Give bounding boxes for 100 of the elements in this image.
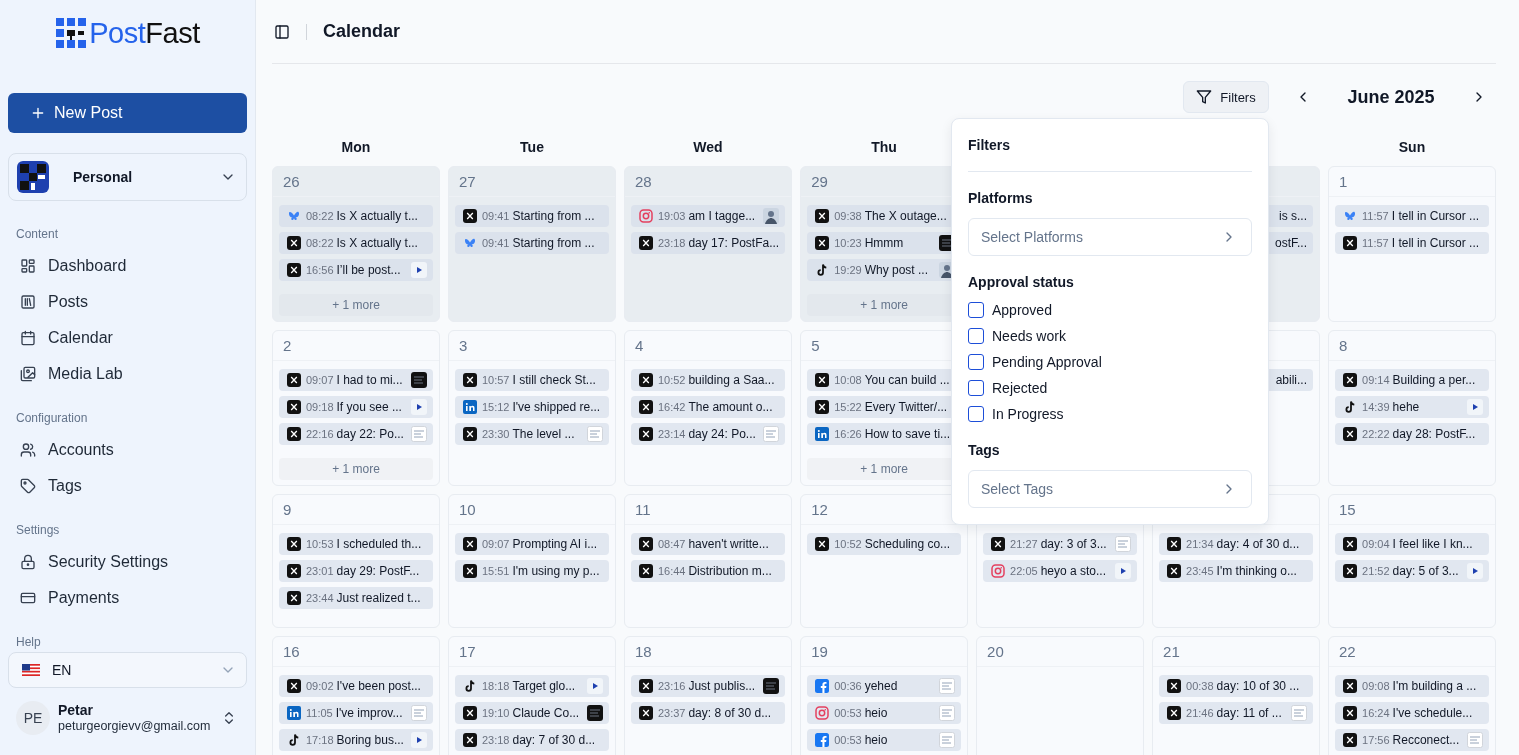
post-chip[interactable]: 11:05 I've improv... xyxy=(279,702,433,724)
post-chip[interactable]: 11:57 I tell in Cursor ... xyxy=(1335,205,1489,227)
post-chip[interactable]: 10:57 I still check St... xyxy=(454,369,609,391)
post-chip[interactable]: 21:52 day: 5 of 3... xyxy=(1335,560,1489,582)
music-note-icon xyxy=(287,733,301,747)
post-chip[interactable]: 19:03 am I tagge... xyxy=(630,205,786,227)
post-chip[interactable]: 22:16 day 22: Po... xyxy=(279,423,433,445)
nav-item[interactable]: Calendar xyxy=(8,320,247,356)
new-post-button[interactable]: New Post xyxy=(8,93,247,133)
post-chip[interactable]: 15:12 I've shipped re... xyxy=(454,396,609,418)
post-chip[interactable]: 09:04 I feel like I kn... xyxy=(1335,533,1489,555)
x-logo-icon xyxy=(287,591,301,605)
post-chip[interactable]: 17:18 Boring bus... xyxy=(279,729,433,751)
post-chip[interactable]: 00:53 heio xyxy=(807,702,962,724)
sidebar-toggle-icon[interactable] xyxy=(274,23,290,40)
image-thumbnail-icon xyxy=(586,426,603,442)
x-logo-icon xyxy=(462,706,477,720)
date-number: 27 xyxy=(458,173,476,190)
post-chip[interactable]: 16:42 The amount o... xyxy=(630,396,786,418)
post-chip[interactable]: 09:08 I'm building a ... xyxy=(1335,675,1489,697)
image-thumbnail-icon xyxy=(763,678,780,694)
images-icon xyxy=(20,366,36,382)
post-chip[interactable]: 16:44 Distribution m... xyxy=(630,560,786,582)
checkbox[interactable] xyxy=(968,302,984,318)
post-chip[interactable]: 23:18 day 17: PostFa... xyxy=(630,232,786,254)
post-chip[interactable]: 09:14 Building a per... xyxy=(1335,369,1489,391)
checkbox[interactable] xyxy=(968,406,984,422)
checkbox[interactable] xyxy=(968,328,984,344)
checkbox[interactable] xyxy=(968,380,984,396)
x-logo-icon xyxy=(638,706,653,720)
post-chip[interactable]: 09:18 If you see ... xyxy=(279,396,433,418)
post-chip[interactable]: 23:30 The level ... xyxy=(454,423,609,445)
image-thumbnail-icon xyxy=(939,705,956,721)
nav-item[interactable]: Dashboard xyxy=(8,248,247,284)
post-chip[interactable]: 08:22 Is X actually t... xyxy=(279,205,433,227)
post-chip[interactable]: 08:47 haven't writte... xyxy=(630,533,786,555)
post-chip[interactable]: 23:16 Just publis... xyxy=(630,675,786,697)
image-thumbnail-icon xyxy=(410,426,427,442)
more-button[interactable]: + 1 more xyxy=(279,294,433,316)
post-chip[interactable]: 09:41 Starting from ... xyxy=(454,205,609,227)
x-logo-icon xyxy=(1343,733,1358,747)
post-chip[interactable]: 00:53 heio xyxy=(807,729,962,751)
post-chip[interactable]: 15:51 I'm using my p... xyxy=(454,560,609,582)
post-chip[interactable]: 10:52 building a Saa... xyxy=(630,369,786,391)
post-chip[interactable]: 22:05 heyo a sto... xyxy=(983,560,1138,582)
date-number: 28 xyxy=(634,173,652,190)
workspace-selector[interactable]: Personal xyxy=(8,153,247,201)
nav-item[interactable]: Accounts xyxy=(8,432,247,468)
tag-select[interactable]: Select Tags xyxy=(968,470,1252,508)
checkbox-label[interactable]: Approved xyxy=(992,302,1052,318)
post-chip[interactable]: 09:07 Prompting AI i... xyxy=(454,533,609,555)
x-logo-icon xyxy=(638,679,653,693)
section-heading: Content xyxy=(15,226,60,243)
user-avatar: PE xyxy=(16,701,50,735)
post-chip[interactable]: 17:56 Recconect... xyxy=(1335,729,1489,751)
post-chip[interactable]: 09:41 Starting from ... xyxy=(454,232,609,254)
nav-item[interactable]: Security Settings xyxy=(8,544,247,580)
post-chip[interactable]: 14:39 hehe xyxy=(1335,396,1489,418)
date-number: 18 xyxy=(634,643,652,660)
post-chip[interactable]: 23:44 Just realized t... xyxy=(279,587,433,609)
nav-item[interactable]: Payments xyxy=(8,580,247,616)
x-logo-icon xyxy=(1343,373,1358,387)
checkbox-label[interactable]: In Progress xyxy=(992,406,1064,422)
platform-select[interactable]: Select Platforms xyxy=(968,218,1252,256)
post-chip[interactable]: 10:52 Scheduling co... xyxy=(807,533,962,555)
language-selector[interactable]: EN xyxy=(8,652,247,688)
post-chip[interactable]: 23:45 I'm thinking o... xyxy=(1159,560,1314,582)
x-logo-icon xyxy=(815,537,830,551)
post-chip[interactable]: 00:38 day: 10 of 30 ... xyxy=(1159,675,1314,697)
post-chip[interactable]: 23:14 day 24: Po... xyxy=(630,423,786,445)
post-chip[interactable]: 23:01 day 29: PostF... xyxy=(279,560,433,582)
nav-item[interactable]: Posts xyxy=(8,284,247,320)
filters-button[interactable]: Filters xyxy=(1183,81,1269,113)
post-chip[interactable]: 09:07 I had to mi... xyxy=(279,369,433,391)
x-logo-icon xyxy=(815,236,830,250)
post-chip[interactable]: 23:18 day: 7 of 30 d... xyxy=(454,729,609,751)
post-chip[interactable]: 22:22 day 28: PostF... xyxy=(1335,423,1489,445)
facebook-logo-icon xyxy=(815,733,830,747)
post-chip[interactable]: 08:22 Is X actually t... xyxy=(279,232,433,254)
post-chip[interactable]: 09:02 I've been post... xyxy=(279,675,433,697)
post-chip[interactable]: 21:34 day: 4 of 30 d... xyxy=(1159,533,1314,555)
post-chip[interactable]: 19:10 Claude Co... xyxy=(454,702,609,724)
post-chip[interactable]: 21:46 day: 11 of ... xyxy=(1159,702,1314,724)
nav-item[interactable]: Tags xyxy=(8,468,247,504)
more-button[interactable]: + 1 more xyxy=(279,458,433,480)
checkbox[interactable] xyxy=(968,354,984,370)
checkbox-label[interactable]: Rejected xyxy=(992,380,1048,396)
checkbox-label[interactable]: Needs work xyxy=(992,328,1066,344)
post-chip[interactable]: 21:27 day: 3 of 3... xyxy=(983,533,1138,555)
x-logo-icon xyxy=(287,400,301,414)
post-chip[interactable]: 00:36 yehed xyxy=(807,675,962,697)
checkbox-label[interactable]: Pending Approval xyxy=(992,354,1102,370)
post-chip[interactable]: 11:57 I tell in Cursor ... xyxy=(1335,232,1489,254)
date-number: 17 xyxy=(458,643,476,660)
post-chip[interactable]: 23:37 day: 8 of 30 d... xyxy=(630,702,786,724)
post-chip[interactable]: 16:24 I've schedule... xyxy=(1335,702,1489,724)
nav-item[interactable]: Media Lab xyxy=(8,356,247,392)
post-chip[interactable]: 10:53 I scheduled th... xyxy=(279,533,433,555)
post-chip[interactable]: 16:56 I’ll be post... xyxy=(279,259,433,281)
post-chip[interactable]: 18:18 Target glo... xyxy=(454,675,609,697)
